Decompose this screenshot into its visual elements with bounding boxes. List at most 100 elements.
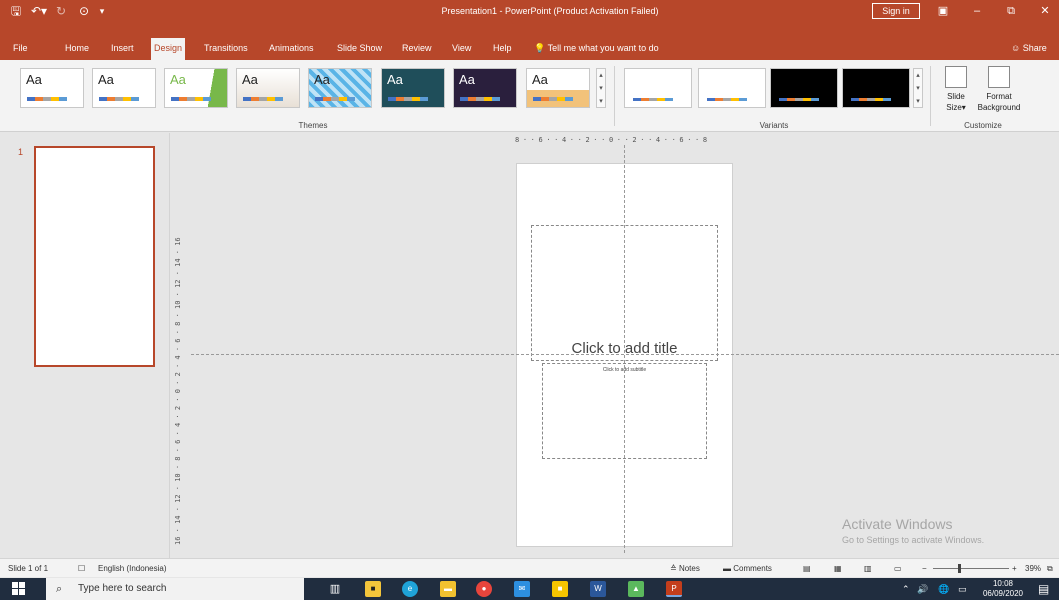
undo-icon[interactable]: ↶▾ — [30, 3, 48, 19]
slide-size-icon — [945, 66, 967, 88]
tab-slide-show[interactable]: Slide Show — [334, 38, 385, 60]
thumbnail-number: 1 — [18, 147, 24, 157]
store-icon[interactable]: ■ — [365, 581, 381, 597]
slide-size-button[interactable]: Slide Size▾ — [940, 66, 972, 113]
photos-icon[interactable]: ▲ — [628, 581, 644, 597]
accessibility-icon[interactable]: ☐ — [78, 563, 85, 574]
slide-show-icon[interactable]: ▭ — [894, 563, 902, 574]
fit-slide-icon[interactable]: ⧉ — [1047, 563, 1053, 574]
windows-taskbar: ⌕ Type here to search ▥ ■ e ▬ ● ✉ ■ W ▲ … — [0, 578, 1059, 600]
comment-icon: ▬ — [723, 564, 731, 573]
theme-organic[interactable]: Aa — [453, 68, 517, 108]
format-background-label-1: Format — [986, 92, 1012, 101]
theme-colors — [315, 97, 355, 101]
windows-start-icon[interactable] — [12, 582, 26, 596]
theme-preview-label: Aa — [26, 72, 42, 87]
share-button[interactable]: ☺ Share — [1011, 38, 1047, 60]
tab-insert[interactable]: Insert — [108, 38, 137, 60]
status-bar: Slide 1 of 1 ☐ English (Indonesia) ≙ Not… — [0, 558, 1059, 577]
tab-transitions[interactable]: Transitions — [201, 38, 251, 60]
redo-icon[interactable]: ↻ — [54, 3, 68, 19]
volume-icon[interactable]: 🔊 — [917, 578, 928, 600]
comments-label: Comments — [733, 564, 772, 573]
zoom-slider[interactable] — [933, 568, 1009, 569]
word-icon[interactable]: W — [590, 581, 606, 597]
customize-group-label: Customize — [964, 121, 1002, 130]
format-background-button[interactable]: Format Background — [972, 66, 1026, 113]
edge-icon[interactable]: e — [402, 581, 418, 597]
tab-view[interactable]: View — [449, 38, 474, 60]
variant-colors — [707, 98, 747, 101]
theme-colors — [460, 97, 500, 101]
tab-review[interactable]: Review — [399, 38, 435, 60]
network-icon[interactable]: 🌐 — [938, 578, 949, 600]
theme-facet[interactable]: Aa — [164, 68, 228, 108]
theme-office-2[interactable]: Aa — [92, 68, 156, 108]
sign-in-button[interactable]: Sign in — [872, 3, 920, 19]
clock-time: 10:08 — [992, 579, 1014, 588]
customize-qat-icon[interactable]: ▾ — [96, 3, 108, 19]
taskbar-clock[interactable]: 10:08 06/09/2020 — [975, 579, 1031, 599]
variant-1[interactable] — [624, 68, 692, 108]
variant-3[interactable] — [770, 68, 838, 108]
themes-group-label: Themes — [298, 121, 328, 130]
horizontal-guide[interactable] — [191, 354, 1059, 355]
tab-file[interactable]: File — [10, 38, 31, 60]
notes-button[interactable]: ≙ Notes — [670, 563, 700, 574]
minimize-icon[interactable]: – — [962, 2, 992, 20]
variant-colors — [779, 98, 819, 101]
themes-gallery-scroll[interactable]: ▴ ▾ ▾ — [596, 68, 606, 108]
language[interactable]: English (Indonesia) — [98, 563, 166, 574]
theme-ion-boardroom[interactable]: Aa — [308, 68, 372, 108]
slide-count: Slide 1 of 1 — [8, 564, 49, 573]
vertical-ruler: 16 · 14 · 12 · 10 · 8 · 6 · 4 · 2 · 0 · … — [174, 237, 182, 545]
reading-view-icon[interactable]: ▥ — [864, 563, 872, 574]
theme-preview-label: Aa — [170, 72, 186, 87]
variants-gallery-scroll[interactable]: ▴ ▾ ▾ — [913, 68, 923, 108]
theme-integral[interactable]: Aa — [236, 68, 300, 108]
theme-preview-label: Aa — [98, 72, 114, 87]
tell-me-search[interactable]: 💡 Tell me what you want to do — [534, 38, 659, 60]
theme-preview-label: Aa — [387, 72, 403, 87]
zoom-out-icon[interactable]: − — [922, 563, 927, 574]
close-icon[interactable]: ✕ — [1030, 2, 1059, 20]
tab-animations[interactable]: Animations — [266, 38, 317, 60]
notifications-icon[interactable]: ▤ — [1038, 578, 1049, 600]
mail-icon[interactable]: ✉ — [514, 581, 530, 597]
variant-colors — [633, 98, 673, 101]
slide-size-label-2: Size — [946, 103, 962, 112]
start-from-beginning-icon[interactable]: ⊙ — [76, 3, 92, 19]
variant-2[interactable] — [698, 68, 766, 108]
tab-home[interactable]: Home — [62, 38, 92, 60]
variant-4[interactable] — [842, 68, 910, 108]
normal-view-icon[interactable]: ▤ — [803, 563, 811, 574]
tab-design[interactable]: Design — [151, 38, 186, 60]
slide-thumbnail[interactable] — [34, 146, 155, 367]
theme-ion[interactable]: Aa — [381, 68, 445, 108]
ribbon-tabs: File Home Insert Design Transitions Anim… — [0, 22, 1059, 60]
ribbon-display-options-icon[interactable]: ▣ — [928, 2, 958, 20]
zoom-slider-thumb[interactable] — [958, 564, 961, 573]
powerpoint-icon[interactable]: P — [666, 581, 682, 597]
theme-office[interactable]: Aa — [20, 68, 84, 108]
task-view-icon[interactable]: ▥ — [327, 581, 343, 597]
battery-icon[interactable]: ▭ — [958, 578, 967, 600]
zoom-level[interactable]: 39% — [1025, 563, 1041, 574]
restore-icon[interactable]: ⧉ — [996, 2, 1026, 20]
chrome-icon[interactable]: ● — [476, 581, 492, 597]
save-icon[interactable]: 🖫 — [8, 3, 24, 19]
vertical-guide[interactable] — [624, 145, 625, 553]
search-placeholder: Type here to search — [78, 583, 167, 594]
tab-help[interactable]: Help — [490, 38, 515, 60]
notes-label: Notes — [678, 564, 700, 573]
file-explorer-icon[interactable]: ▬ — [440, 581, 456, 597]
sticky-notes-icon[interactable]: ■ — [552, 581, 568, 597]
comments-button[interactable]: ▬ Comments — [723, 563, 772, 574]
slide-sorter-icon[interactable]: ▦ — [834, 563, 842, 574]
theme-retrospect[interactable]: Aa — [526, 68, 590, 108]
theme-colors — [388, 97, 428, 101]
show-hidden-icons[interactable]: ⌃ — [902, 578, 910, 600]
zoom-in-icon[interactable]: + — [1012, 563, 1017, 574]
window-title: Presentation1 - PowerPoint (Product Acti… — [441, 6, 659, 16]
taskbar-search[interactable]: ⌕ Type here to search — [46, 578, 304, 600]
